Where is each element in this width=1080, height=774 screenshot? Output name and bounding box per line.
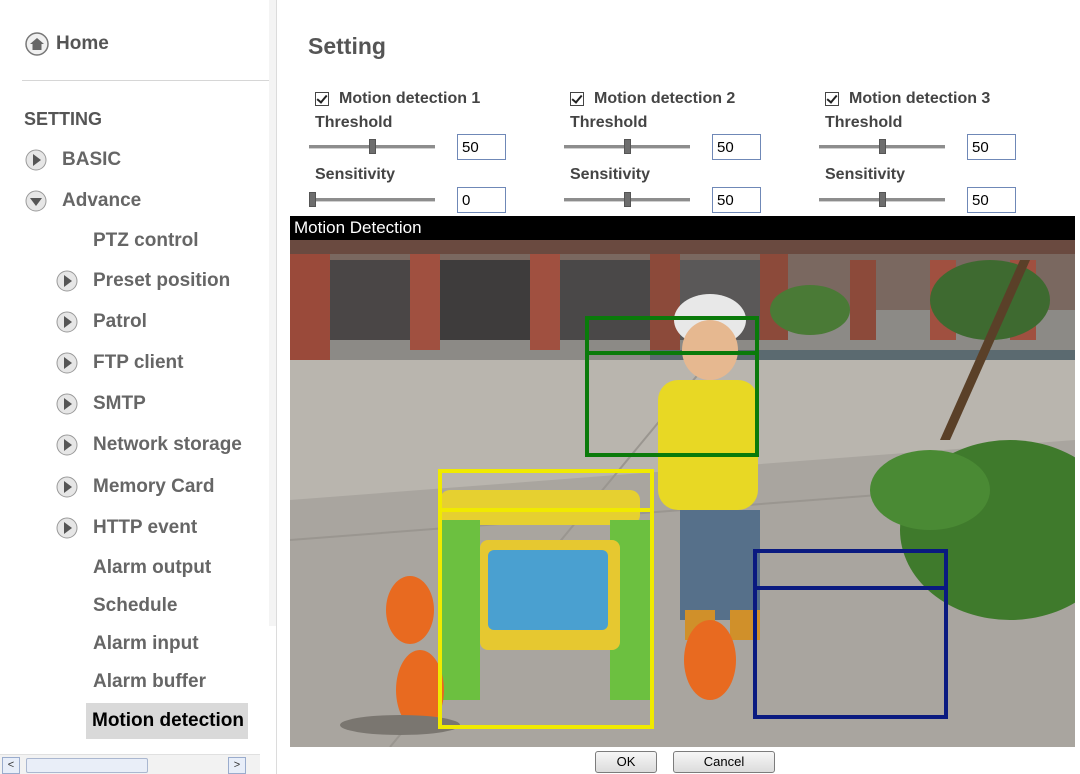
camera-view[interactable] (290, 240, 1075, 747)
zone-1-label: Motion detection 1 (339, 90, 481, 107)
sidebar-item-label: Preset position (93, 270, 231, 291)
chevron-right-icon (56, 270, 78, 292)
sidebar-item-patrol[interactable]: Patrol (55, 305, 147, 339)
sidebar-item-advance[interactable]: Advance (24, 184, 141, 218)
threshold-label: Threshold (570, 114, 648, 131)
chevron-right-icon (56, 476, 78, 498)
scroll-right-button[interactable]: > (228, 757, 246, 774)
checkbox[interactable] (825, 92, 839, 106)
sidebar-item-motion-detection[interactable]: Motion detection (86, 703, 248, 739)
zone-1-toggle[interactable]: Motion detection 1 (315, 90, 480, 108)
sensitivity-label: Sensitivity (570, 166, 651, 183)
sidebar-item-ftp-client[interactable]: FTP client (55, 346, 183, 380)
sidebar: Home SETTING BASIC Advance PTZ control P… (0, 0, 277, 774)
motion-detection-video: Motion Detection (290, 216, 1075, 747)
zone-3-controls: Motion detection 3 Threshold Sensitivity (819, 86, 1064, 216)
slider-handle[interactable] (624, 192, 631, 207)
zone-2-controls: Motion detection 2 Threshold Sensitivity (564, 86, 809, 216)
sensitivity-slider[interactable] (564, 192, 690, 207)
sensitivity-input[interactable] (712, 187, 761, 213)
chevron-down-icon (25, 190, 47, 212)
sidebar-item-label: FTP client (93, 352, 184, 373)
scroll-thumb[interactable] (26, 758, 148, 773)
sidebar-item-smtp[interactable]: SMTP (55, 387, 146, 421)
slider-track (309, 198, 435, 202)
sensitivity-label: Sensitivity (825, 166, 906, 183)
chevron-right-icon (56, 352, 78, 374)
threshold-label: Threshold (825, 114, 903, 131)
page-title: Setting (308, 33, 386, 59)
zone-1-controls: Motion detection 1 Threshold Sensitivity (308, 86, 554, 216)
home-link[interactable]: Home (24, 28, 109, 60)
chevron-right-icon (56, 517, 78, 539)
sidebar-item-label: Motion detection (92, 710, 244, 731)
slider-handle[interactable] (308, 192, 316, 207)
slider-handle[interactable] (369, 139, 376, 154)
threshold-slider[interactable] (309, 139, 435, 154)
sidebar-item-label: Patrol (93, 311, 147, 332)
sidebar-item-ptz-control[interactable]: PTZ control (93, 224, 199, 258)
sidebar-item-label: Schedule (93, 595, 178, 616)
sidebar-item-label: PTZ control (93, 230, 199, 251)
sensitivity-input[interactable] (457, 187, 506, 213)
sidebar-item-label: BASIC (62, 149, 122, 170)
chevron-right-icon (56, 311, 78, 333)
sidebar-item-label: Alarm buffer (93, 671, 206, 692)
sidebar-item-label: SMTP (93, 393, 146, 414)
sidebar-item-basic[interactable]: BASIC (24, 143, 121, 177)
zone-2-toggle[interactable]: Motion detection 2 (570, 90, 735, 108)
sidebar-item-alarm-input[interactable]: Alarm input (93, 627, 199, 661)
sidebar-item-preset-position[interactable]: Preset position (55, 264, 230, 298)
cancel-button[interactable]: Cancel (673, 751, 775, 773)
checkbox[interactable] (570, 92, 584, 106)
slider-handle[interactable] (879, 192, 886, 207)
threshold-input[interactable] (457, 134, 506, 160)
chevron-right-icon (56, 434, 78, 456)
threshold-slider[interactable] (564, 139, 690, 154)
home-label: Home (56, 33, 109, 54)
sidebar-item-http-event[interactable]: HTTP event (55, 511, 197, 545)
sidebar-item-alarm-output[interactable]: Alarm output (93, 551, 211, 585)
sidebar-item-memory-card[interactable]: Memory Card (55, 470, 214, 504)
divider (22, 80, 270, 81)
threshold-label: Threshold (315, 114, 393, 131)
sidebar-horizontal-scrollbar[interactable]: < > (0, 754, 260, 774)
threshold-slider[interactable] (819, 139, 945, 154)
ok-button[interactable]: OK (595, 751, 657, 773)
sidebar-item-schedule[interactable]: Schedule (93, 589, 177, 623)
sensitivity-slider[interactable] (819, 192, 945, 207)
zone-3-toggle[interactable]: Motion detection 3 (825, 90, 990, 108)
sidebar-item-label: Advance (62, 190, 142, 211)
sensitivity-slider[interactable] (308, 192, 435, 207)
sidebar-vertical-scrollbar[interactable] (269, 0, 276, 626)
zone-2-label: Motion detection 2 (594, 90, 736, 107)
checkbox[interactable] (315, 92, 329, 106)
section-heading: SETTING (24, 109, 103, 129)
slider-handle[interactable] (879, 139, 886, 154)
zone-3-label: Motion detection 3 (849, 90, 991, 107)
home-icon (25, 32, 49, 56)
sidebar-item-network-storage[interactable]: Network storage (55, 428, 242, 462)
sidebar-item-label: HTTP event (93, 517, 198, 538)
threshold-input[interactable] (967, 134, 1016, 160)
scroll-left-button[interactable]: < (2, 757, 20, 774)
sidebar-item-label: Alarm output (93, 557, 212, 578)
sidebar-item-alarm-buffer[interactable]: Alarm buffer (93, 665, 206, 699)
chevron-right-icon (56, 393, 78, 415)
sensitivity-label: Sensitivity (315, 166, 396, 183)
chevron-right-icon (25, 149, 47, 171)
slider-handle[interactable] (624, 139, 631, 154)
sidebar-item-label: Network storage (93, 434, 242, 455)
sidebar-item-label: Alarm input (93, 633, 199, 654)
video-title: Motion Detection (290, 216, 1075, 240)
threshold-input[interactable] (712, 134, 761, 160)
sensitivity-input[interactable] (967, 187, 1016, 213)
sidebar-item-label: Memory Card (93, 476, 215, 497)
